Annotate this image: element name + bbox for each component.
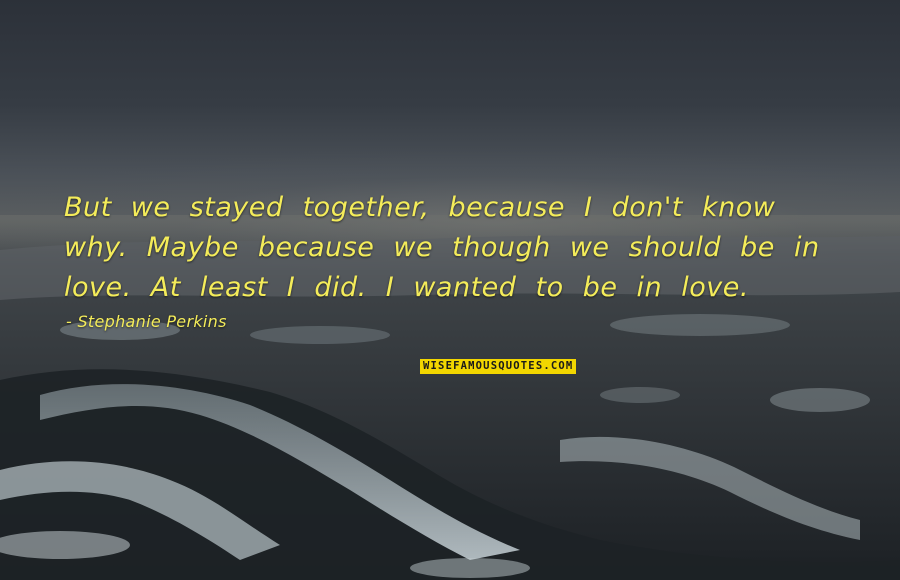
quote-line: why. Maybe because we though we should b…: [64, 232, 820, 263]
quote-image: But we stayed together, because I don't …: [0, 0, 900, 580]
quote-block: But we stayed together, because I don't …: [64, 188, 864, 333]
quote-author: - Stephanie Perkins: [66, 312, 227, 331]
watermark-logo: WISEFAMOUSQUOTES.COM: [420, 359, 577, 374]
quote-line: love. At least I did. I wanted to be in …: [64, 272, 749, 303]
quote-line: But we stayed together, because I don't …: [64, 192, 776, 223]
